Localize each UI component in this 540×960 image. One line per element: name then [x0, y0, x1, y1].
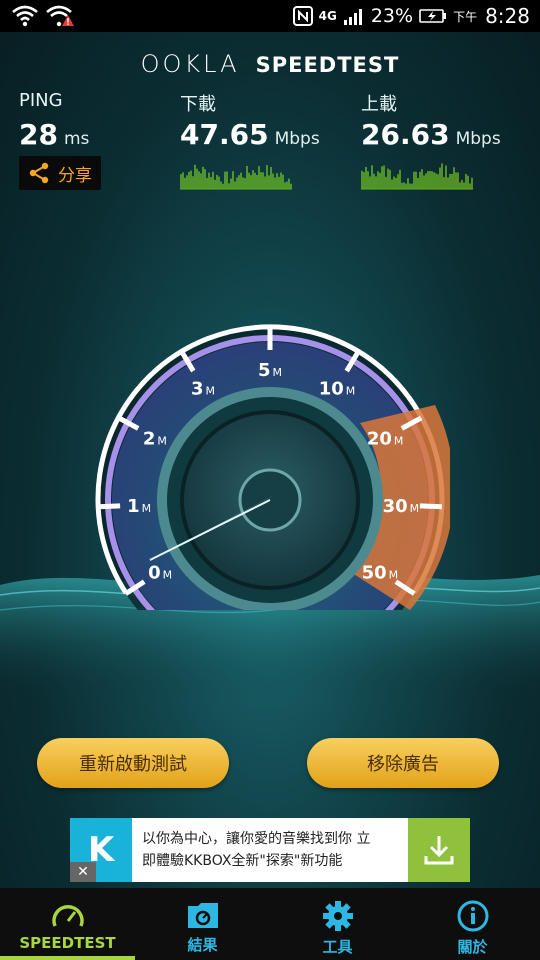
product-name: SPEEDTEST [255, 53, 400, 77]
download-unit: Mbps [274, 129, 320, 149]
nav-tools-label: 工具 [322, 938, 353, 956]
nav-speedtest-label: SPEEDTEST [19, 934, 116, 952]
network-type: 4G [318, 9, 337, 23]
upload-value: 26.63 Mbps [361, 118, 501, 151]
app-logo: OOKLA SPEEDTEST [0, 50, 540, 78]
download-icon [424, 836, 454, 865]
battery-charging-icon [419, 9, 447, 23]
nfc-icon [292, 6, 313, 26]
gauge-tick [98, 503, 121, 510]
upload-number: 26.63 [361, 118, 450, 151]
wifi-warning-icon [46, 5, 74, 27]
bottom-navigation: SPEEDTEST 結果 工具 關於 [0, 888, 540, 960]
nav-active-indicator [0, 956, 135, 960]
gauge-tick [419, 503, 442, 510]
upload-graph [361, 163, 473, 190]
gear-icon [322, 901, 353, 931]
ad-close-button[interactable]: ✕ [70, 862, 96, 882]
nav-tools[interactable]: 工具 [270, 888, 405, 960]
upload-label: 上載 [361, 94, 397, 115]
brand-name: OOKLA [140, 50, 240, 78]
ping-unit: ms [63, 129, 90, 149]
info-icon [457, 900, 488, 932]
share-icon [29, 162, 49, 184]
ad-banner[interactable]: K ✕ 以你為中心，讓你愛的音樂找到你 立 即體驗KKBOX全新"探索"新功能 [70, 818, 470, 882]
upload-unit: Mbps [455, 129, 501, 149]
download-graph [180, 164, 292, 190]
ad-download-button[interactable] [408, 818, 470, 882]
download-value: 47.65 Mbps [180, 118, 320, 151]
share-label: 分享 [58, 165, 92, 186]
ad-text: 以你為中心，讓你愛的音樂找到你 立 即體驗KKBOX全新"探索"新功能 [132, 818, 408, 882]
remove-ads-button[interactable]: 移除廣告 [307, 738, 499, 788]
am-pm: 下午 [453, 9, 478, 24]
results-folder-icon [187, 903, 218, 928]
nav-results[interactable]: 結果 [135, 888, 270, 960]
nav-results-label: 結果 [187, 936, 218, 954]
nav-about[interactable]: 關於 [405, 888, 540, 960]
nav-about-label: 關於 [457, 938, 488, 956]
restart-test-button[interactable]: 重新啟動測試 [37, 738, 229, 788]
signal-icon [343, 9, 362, 25]
status-bar: 4G 23% 下午 8:28 [0, 0, 540, 32]
nav-speedtest[interactable]: SPEEDTEST [0, 888, 135, 960]
kkbox-logo: K ✕ [70, 818, 132, 882]
ping-number: 28 [19, 118, 58, 151]
ad-line-1: 以你為中心，讓你愛的音樂找到你 立 [142, 831, 371, 847]
ping-label: PING [19, 90, 63, 111]
speed-gauge: 0 M1 M2 M3 M5 M10 M20 M30 M50 M [95, 324, 450, 610]
download-number: 47.65 [180, 118, 269, 151]
speedometer-icon [51, 905, 84, 927]
ping-value: 28 ms [19, 118, 89, 151]
battery-percent: 23% [370, 5, 414, 27]
download-label: 下載 [180, 94, 216, 115]
ad-line-2: 即體驗KKBOX全新"探索"新功能 [142, 853, 343, 869]
wifi-icon [12, 5, 38, 27]
share-button[interactable]: 分享 [19, 156, 101, 190]
clock: 8:28 [485, 4, 530, 28]
